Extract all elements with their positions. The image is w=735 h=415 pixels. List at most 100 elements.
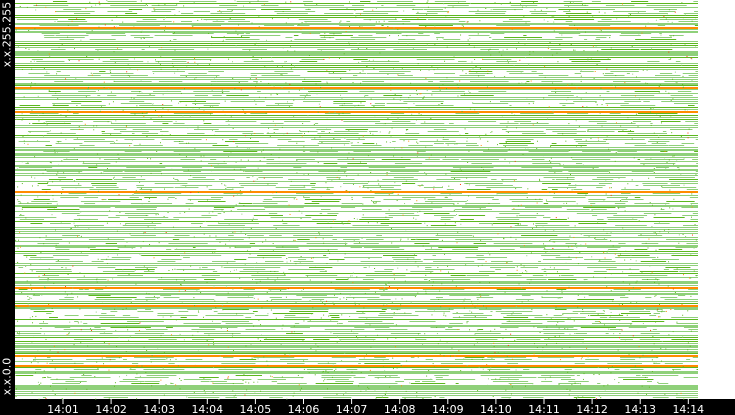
activity-segment bbox=[136, 187, 174, 188]
activity-dot bbox=[430, 247, 432, 249]
activity-segment bbox=[60, 197, 79, 198]
activity-dot bbox=[323, 314, 325, 316]
activity-dot bbox=[511, 29, 513, 31]
activity-segment bbox=[475, 185, 513, 186]
activity-dot bbox=[295, 263, 297, 265]
activity-dot bbox=[324, 36, 326, 38]
activity-dot bbox=[42, 172, 44, 174]
activity-segment bbox=[324, 329, 365, 330]
activity-dot bbox=[116, 346, 118, 348]
activity-dot bbox=[416, 156, 418, 158]
activity-dot bbox=[147, 61, 149, 63]
activity-segment bbox=[520, 267, 539, 268]
activity-dot bbox=[164, 356, 166, 358]
activity-dot bbox=[307, 131, 309, 133]
activity-segment bbox=[63, 159, 78, 160]
activity-dot bbox=[448, 11, 450, 13]
activity-segment bbox=[208, 189, 234, 190]
activity-dot bbox=[407, 43, 409, 45]
activity-dot bbox=[608, 328, 610, 330]
activity-segment bbox=[436, 179, 461, 180]
activity-dot bbox=[52, 195, 54, 197]
activity-dot bbox=[140, 254, 142, 256]
activity-segment bbox=[607, 363, 642, 364]
activity-segment bbox=[423, 187, 443, 188]
activity-segment bbox=[193, 91, 230, 92]
activity-segment bbox=[350, 49, 386, 50]
activity-segment bbox=[423, 279, 428, 280]
activity-dot bbox=[304, 3, 306, 5]
activity-dot bbox=[107, 238, 109, 240]
activity-dot bbox=[186, 65, 188, 67]
activity-band bbox=[15, 367, 698, 368]
activity-segment bbox=[132, 129, 163, 130]
activity-segment bbox=[304, 199, 342, 200]
activity-segment bbox=[381, 5, 384, 6]
activity-dot bbox=[642, 69, 644, 71]
activity-dot bbox=[150, 172, 152, 174]
activity-dot bbox=[45, 338, 47, 340]
activity-dot bbox=[139, 322, 141, 324]
activity-dot bbox=[180, 101, 182, 103]
activity-dot bbox=[128, 274, 130, 276]
activity-dot bbox=[522, 169, 524, 171]
activity-dot bbox=[301, 135, 303, 137]
activity-dot bbox=[455, 285, 457, 287]
activity-dot bbox=[277, 104, 279, 106]
activity-dot bbox=[587, 356, 589, 358]
activity-segment bbox=[59, 299, 74, 300]
activity-dot bbox=[423, 97, 425, 99]
activity-dot bbox=[655, 278, 657, 280]
activity-dot bbox=[194, 99, 196, 101]
activity-dot bbox=[170, 100, 172, 102]
activity-dot bbox=[212, 320, 214, 322]
activity-dot bbox=[173, 21, 175, 23]
activity-segment bbox=[548, 279, 577, 280]
activity-dot bbox=[568, 256, 570, 258]
activity-segment bbox=[288, 257, 329, 258]
activity-dot bbox=[80, 329, 82, 331]
activity-dot bbox=[547, 118, 549, 120]
activity-band bbox=[15, 395, 698, 396]
activity-dot bbox=[197, 127, 199, 129]
activity-dot bbox=[396, 367, 398, 369]
activity-dot bbox=[309, 279, 311, 281]
activity-dot bbox=[672, 331, 674, 333]
activity-segment bbox=[211, 37, 250, 38]
activity-dot bbox=[406, 269, 408, 271]
activity-segment bbox=[193, 11, 210, 12]
activity-segment bbox=[324, 13, 354, 14]
activity-segment bbox=[385, 213, 415, 214]
activity-segment bbox=[163, 297, 180, 298]
activity-dot bbox=[619, 333, 621, 335]
activity-dot bbox=[87, 220, 89, 222]
activity-segment bbox=[82, 163, 111, 164]
activity-dot bbox=[200, 155, 202, 157]
activity-segment bbox=[55, 35, 89, 36]
activity-segment bbox=[33, 5, 69, 6]
activity-segment bbox=[183, 171, 202, 172]
activity-dot bbox=[281, 126, 283, 128]
activity-segment bbox=[430, 225, 457, 226]
activity-dot bbox=[449, 355, 451, 357]
activity-segment bbox=[264, 207, 304, 208]
activity-segment bbox=[427, 199, 453, 200]
activity-dot bbox=[345, 190, 347, 192]
activity-dot bbox=[618, 304, 620, 306]
activity-dot bbox=[97, 368, 99, 370]
activity-dot bbox=[113, 80, 115, 82]
activity-dot bbox=[350, 275, 352, 277]
activity-segment bbox=[180, 21, 192, 22]
activity-dot bbox=[613, 84, 615, 86]
activity-dot bbox=[346, 175, 348, 177]
activity-dot bbox=[16, 118, 18, 120]
activity-dot bbox=[221, 89, 223, 91]
activity-segment bbox=[299, 61, 318, 62]
activity-dot bbox=[496, 144, 498, 146]
activity-segment bbox=[634, 203, 670, 204]
activity-segment bbox=[42, 397, 47, 398]
activity-dot bbox=[35, 9, 37, 11]
activity-dot bbox=[225, 185, 227, 187]
activity-segment bbox=[158, 81, 183, 82]
activity-dot bbox=[166, 90, 168, 92]
